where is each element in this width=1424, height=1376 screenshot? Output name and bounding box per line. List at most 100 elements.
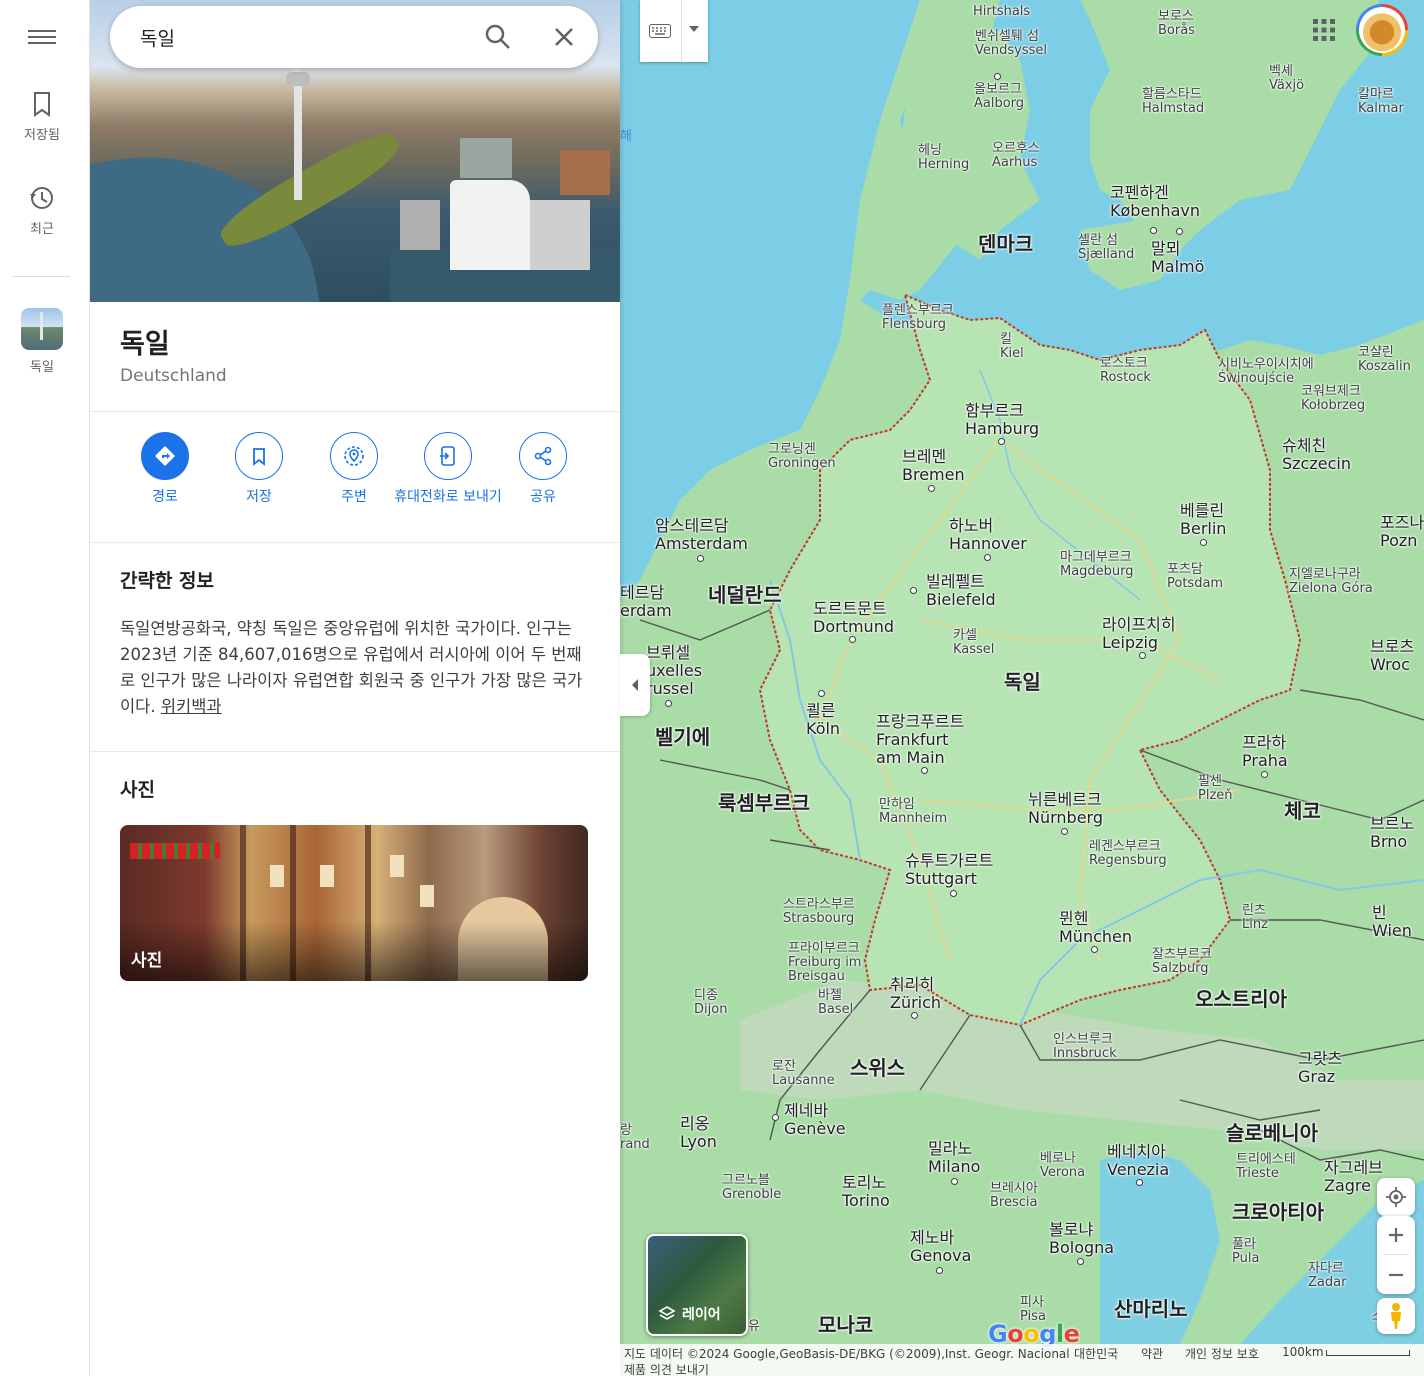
map-label-herning[interactable]: 헤닝 Herning	[918, 144, 969, 172]
map-label-hannover[interactable]: 하노버 Hannover	[949, 517, 1027, 553]
map-label-basel[interactable]: 바젤 Basel	[818, 989, 853, 1017]
map-label-brussels[interactable]: 브뤼셀 uxelles russel	[646, 644, 702, 698]
map-label-wien[interactable]: 빈 Wien	[1372, 904, 1412, 940]
scale-label[interactable]: 100km	[1282, 1345, 1324, 1359]
photo-card[interactable]: 사진	[120, 825, 588, 981]
map-label-praha[interactable]: 프라하 Praha	[1242, 734, 1288, 770]
collapse-panel-button[interactable]	[620, 654, 650, 716]
map-label-kalmar[interactable]: 칼마르 Kalmar	[1358, 88, 1404, 116]
map-label-groningen[interactable]: 그로닝겐 Groningen	[768, 443, 836, 471]
map-label-linz[interactable]: 린츠 Linz	[1242, 904, 1268, 932]
map-label-trieste[interactable]: 트리에스테 Trieste	[1236, 1153, 1296, 1181]
map-label-koln[interactable]: 쾰른 Köln	[806, 702, 840, 738]
map-label-denmark[interactable]: 덴마크	[978, 233, 1033, 255]
map-label-potsdam[interactable]: 포츠담 Potsdam	[1167, 563, 1223, 591]
map-label-poznan[interactable]: 포즈나 Pozn	[1380, 514, 1424, 550]
map-label-rostock[interactable]: 로스토크 Rostock	[1100, 357, 1151, 385]
map-label-zurich[interactable]: 취리히 Zürich	[890, 976, 941, 1012]
close-icon[interactable]	[550, 23, 578, 51]
map-label-torino[interactable]: 토리노 Torino	[842, 1174, 890, 1210]
map-label-czechia[interactable]: 체코	[1284, 800, 1321, 822]
map-label-amsterdam[interactable]: 암스테르담 Amsterdam	[655, 517, 748, 553]
share-button[interactable]: 공유	[488, 432, 598, 507]
map-label-leipzig[interactable]: 라이프치히 Leipzig	[1102, 616, 1176, 652]
rail-recent[interactable]: 최근	[0, 184, 84, 237]
map-label-regensburg[interactable]: 레겐스부르크 Regensburg	[1089, 840, 1167, 868]
map-label-switzerland[interactable]: 스위스	[850, 1057, 905, 1079]
send-to-phone-button[interactable]: 휴대전화로 보내기	[393, 432, 503, 507]
map-label-hirtshals[interactable]: Hirtshals	[973, 5, 1030, 19]
rail-saved[interactable]: 저장됨	[0, 90, 84, 143]
map-label-zadar[interactable]: 자다르 Zadar	[1308, 1262, 1346, 1290]
street-view-pegman[interactable]	[1377, 1298, 1415, 1334]
country-link[interactable]: 대한민국	[1074, 1345, 1118, 1362]
map-data-attribution[interactable]: 지도 데이터 ©2024 Google,GeoBasis-DE/BKG (©20…	[624, 1345, 1070, 1362]
map-label-zielona-gora[interactable]: 지엘로나구라 Zielona Góra	[1289, 568, 1373, 596]
map-label-rotterdam[interactable]: 테르담 erdam	[620, 584, 672, 620]
map-label-pula[interactable]: 풀라 Pula	[1232, 1238, 1259, 1266]
map-label-kolobrzeg[interactable]: 코워브제크 Kołobrzeg	[1301, 385, 1365, 413]
zoom-in-button[interactable]	[1377, 1216, 1415, 1254]
map-label-strasbourg[interactable]: 스트라스부르 Strasbourg	[783, 898, 855, 926]
privacy-link[interactable]: 개인 정보 보호	[1185, 1345, 1259, 1362]
zoom-out-button[interactable]	[1377, 1256, 1415, 1294]
map-label-lyon[interactable]: 리옹 Lyon	[680, 1115, 717, 1151]
wikipedia-link[interactable]: 위키백과	[161, 697, 222, 716]
apps-grid-icon[interactable]	[1312, 18, 1336, 42]
map-label-zagreb[interactable]: 자그레브 Zagre	[1324, 1159, 1383, 1195]
map-label-luxembourg[interactable]: 룩셈부르크	[718, 792, 810, 814]
map-label-szczecin[interactable]: 슈체친 Szczecin	[1282, 437, 1351, 473]
map-label-san-marino[interactable]: 산마리노	[1114, 1298, 1188, 1320]
map-label-salzburg[interactable]: 잘츠부르크 Salzburg	[1152, 948, 1212, 976]
map-label-aarhus[interactable]: 오르후스 Aarhus	[992, 142, 1040, 170]
map-label-nurnberg[interactable]: 뉘른베르크 Nürnberg	[1028, 791, 1103, 827]
map-label-belgium[interactable]: 벨기에	[655, 726, 710, 748]
map-label-plzen[interactable]: 필센 Plzeň	[1198, 775, 1233, 803]
map-label-swinoujscie[interactable]: 시비노우이시치에 Świnoujście	[1218, 358, 1314, 386]
map-label-magdeburg[interactable]: 마그데부르크 Magdeburg	[1060, 551, 1134, 579]
map-label-koszalin[interactable]: 코샬린 Koszalin	[1358, 346, 1411, 374]
terms-link[interactable]: 약관	[1141, 1345, 1163, 1362]
map-label-hamburg[interactable]: 함부르크 Hamburg	[965, 402, 1039, 438]
my-location-button[interactable]	[1377, 1178, 1415, 1216]
feedback-link[interactable]: 제품 의견 보내기	[624, 1361, 709, 1376]
map-label-kassel[interactable]: 카셀 Kassel	[953, 629, 994, 657]
map-label-croatia[interactable]: 크로아티아	[1232, 1201, 1324, 1223]
map-label-kiel[interactable]: 킬 Kiel	[1000, 333, 1024, 361]
map-label-graz[interactable]: 그랏츠 Graz	[1298, 1050, 1342, 1086]
save-button[interactable]: 저장	[204, 432, 314, 507]
map-label-verona[interactable]: 베로나 Verona	[1040, 1152, 1085, 1180]
map-label-dortmund[interactable]: 도르트문트 Dortmund	[813, 600, 894, 636]
map-label-milano[interactable]: 밀라노 Milano	[928, 1140, 980, 1176]
map-label-innsbruck[interactable]: 인스브루크 Innsbruck	[1053, 1033, 1117, 1061]
account-avatar[interactable]	[1356, 4, 1408, 56]
menu-icon[interactable]	[28, 26, 56, 48]
rail-place-germany[interactable]: 독일	[0, 308, 84, 375]
map-canvas[interactable]: Hirtshals 벤쉬셀퉤 섬 Vendsyssel 올보르그 Aalborg 헤…	[620, 0, 1424, 1376]
input-tools-button[interactable]	[640, 0, 708, 62]
map-label-kobenhavn[interactable]: 코펜하겐 København	[1110, 184, 1200, 220]
map-label-brescia[interactable]: 브레시아 Brescia	[990, 1182, 1038, 1210]
map-label-slovenia[interactable]: 슬로베니아	[1226, 1122, 1318, 1144]
map-label-berlin[interactable]: 베를린 Berlin	[1180, 502, 1226, 538]
map-label-monaco[interactable]: 모나코	[818, 1314, 873, 1336]
map-label-bologna[interactable]: 볼로냐 Bologna	[1049, 1221, 1114, 1257]
map-label-munchen[interactable]: 뮌헨 München	[1059, 910, 1132, 946]
map-label-dijon[interactable]: 디종 Dijon	[694, 989, 727, 1017]
map-label-grenoble[interactable]: 그르노블 Grenoble	[722, 1174, 781, 1202]
map-label-boras[interactable]: 보로스 Borås	[1158, 10, 1195, 38]
map-label-venezia[interactable]: 베네치아 Venezia	[1107, 1143, 1169, 1179]
map-label-flensburg[interactable]: 플렌스부르크 Flensburg	[882, 304, 954, 332]
map-label-lausanne[interactable]: 로잔 Lausanne	[772, 1060, 835, 1088]
map-label-aalborg[interactable]: 올보르그 Aalborg	[974, 83, 1024, 111]
map-label-vendsyssel[interactable]: 벤쉬셀퉤 섬 Vendsyssel	[975, 30, 1047, 58]
search-input[interactable]	[140, 19, 460, 55]
map-label-freiburg[interactable]: 프라이부르크 Freiburg im Breisgau	[788, 942, 861, 984]
map-label-sjaelland[interactable]: 셸란 섬 Sjælland	[1078, 234, 1134, 262]
map-label-brno[interactable]: 브르노 Brno	[1370, 815, 1414, 851]
map-label-halmstad[interactable]: 할름스타드 Halmstad	[1142, 88, 1204, 116]
layers-button[interactable]: 레이어	[646, 1234, 748, 1336]
map-label-netherlands[interactable]: 네덜란드	[708, 584, 782, 606]
map-label-frankfurt[interactable]: 프랑크푸르트 Frankfurt am Main	[876, 713, 964, 767]
map-label-stuttgart[interactable]: 슈투트가르트 Stuttgart	[905, 852, 993, 888]
